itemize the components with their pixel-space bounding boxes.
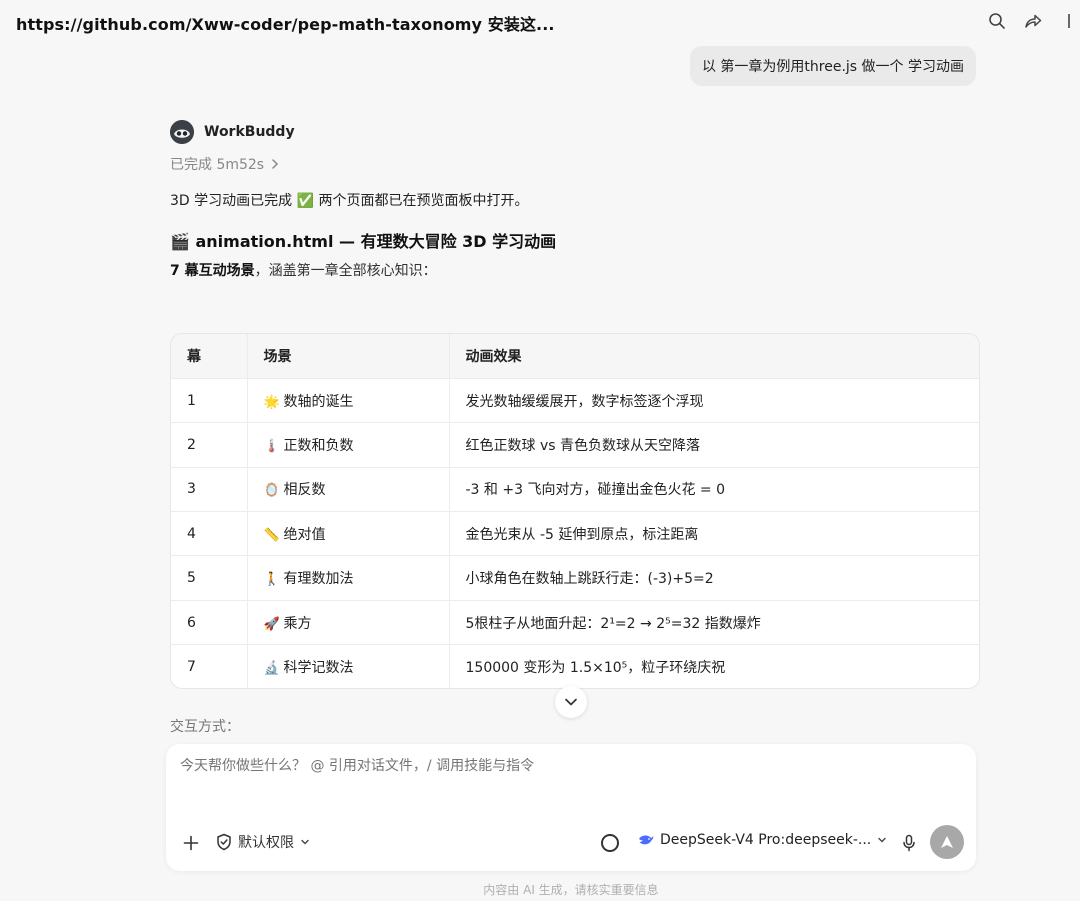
cell-effect: 金色光束从 -5 延伸到原点，标注距离	[449, 511, 979, 557]
cell-scene-label: 相反数	[283, 482, 326, 499]
toolbar-actions	[986, 10, 1080, 32]
cell-act-number: 3	[171, 467, 248, 513]
reply-summary: 7 幕互动场景，涵盖第一章全部核心知识：	[170, 260, 980, 282]
plus-icon	[183, 835, 199, 851]
cell-scene-label: 绝对值	[283, 526, 326, 543]
circle-status-icon[interactable]	[601, 834, 619, 852]
avatar	[170, 120, 194, 144]
model-label: DeepSeek-V4 Pro:deepseek-...	[660, 832, 872, 848]
cell-scene: 🪞 相反数	[247, 467, 450, 513]
user-message-bubble: 以 第一章为例用three.js 做一个 学习动画	[689, 46, 976, 86]
cell-act-number: 1	[171, 378, 248, 424]
table-header-row: 幕 场景 动画效果	[171, 334, 979, 379]
completion-status[interactable]: 已完成 5m52s	[170, 152, 980, 176]
table-row: 1 🌟 数轴的诞生 发光数轴缓缓展开，数字标签逐个浮现	[171, 378, 979, 424]
table-row: 5 🚶 有理数加法 小球角色在数轴上跳跃行走：(-3)+5=2	[171, 555, 979, 601]
cell-scene: 🔬 科学记数法	[247, 644, 450, 688]
cell-act-number: 2	[171, 422, 248, 468]
chevron-down-icon	[878, 837, 886, 843]
cell-scene: 🌟 数轴的诞生	[247, 378, 450, 424]
cell-effect: 150000 变形为 1.5×10⁵，粒子环绕庆祝	[465, 660, 726, 677]
cell-scene-label: 乘方	[283, 615, 312, 632]
column-header-effect: 动画效果	[449, 334, 979, 379]
microscope-icon: 🔬	[263, 661, 280, 677]
scroll-down-button[interactable]	[555, 686, 587, 718]
cell-scene-label: 数轴的诞生	[283, 393, 354, 410]
agent-header: WorkBuddy	[170, 116, 980, 148]
shield-check-icon	[217, 833, 231, 851]
ai-disclaimer: 内容由 AI 生成，请核实重要信息	[483, 883, 659, 897]
chevron-right-icon	[272, 159, 279, 169]
model-selector[interactable]: DeepSeek-V4 Pro:deepseek-...	[638, 832, 887, 848]
cell-act-number: 5	[171, 555, 248, 601]
cell-scene: 📏 绝对值	[247, 511, 450, 557]
whale-icon	[639, 835, 654, 845]
thermometer-icon: 🌡️	[263, 438, 280, 454]
composer-toolbar: 默认权限 DeepSeek-V4 Pro:deepseek-...	[166, 824, 976, 864]
table-row: 4 📏 绝对值 金色光束从 -5 延伸到原点，标注距离	[171, 511, 979, 557]
table-row: 2 🌡️ 正数和负数 红色正数球 vs 青色负数球从天空降落	[171, 422, 979, 468]
reply-summary-rest: ，涵盖第一章全部核心知识：	[254, 263, 437, 279]
next-section-label: 交互方式：	[170, 719, 240, 735]
permission-selector[interactable]: 默认权限	[216, 832, 310, 852]
search-icon[interactable]	[986, 10, 1008, 32]
cell-effect: 红色正数球 vs 青色负数球从天空降落	[449, 422, 979, 468]
table-row: 6 🚀 乘方 5根柱子从地面升起：2¹=2 → 2⁵=32 指数爆炸	[171, 600, 979, 646]
mirror-icon: 🪞	[263, 483, 280, 499]
completion-status-text: 已完成 5m52s	[170, 157, 265, 173]
table-row: 7 🔬 科学记数法 150000 变形为 1.5×10⁵，粒子环绕庆祝	[171, 644, 979, 688]
permission-label: 默认权限	[238, 835, 294, 851]
column-header-scene: 场景	[247, 334, 450, 379]
cell-act-number: 7	[171, 644, 248, 688]
cell-scene: 🌡️ 正数和负数	[247, 422, 450, 468]
top-bar: https://github.com/Xww-coder/pep-math-ta…	[0, 0, 1080, 46]
cell-effect: 5根柱子从地面升起：2¹=2 → 2⁵=32 指数爆炸	[449, 600, 979, 646]
assistant-message: WorkBuddy 已完成 5m52s 3D 学习动画已完成 ✅ 两个页面都已在…	[170, 116, 980, 282]
share-icon[interactable]	[1022, 10, 1044, 32]
star-icon: 🌟	[263, 394, 280, 410]
column-header-act: 幕	[171, 334, 248, 379]
cell-act-number: 6	[171, 600, 248, 646]
cell-scene-label: 有理数加法	[283, 571, 354, 588]
chevron-down-icon	[301, 839, 309, 845]
more-icon[interactable]	[1058, 10, 1080, 32]
reply-intro: 3D 学习动画已完成 ✅ 两个页面都已在预览面板中打开。	[170, 193, 529, 209]
send-arrow-icon	[941, 836, 953, 848]
cell-scene-label: 科学记数法	[283, 660, 354, 677]
microphone-icon	[903, 834, 915, 852]
ruler-icon: 📏	[263, 527, 280, 543]
cell-effect: -3 和 +3 飞向对方，碰撞出金色火花 = 0	[449, 467, 979, 513]
cell-scene: 🚶 有理数加法	[247, 555, 450, 601]
table-row: 3 🪞 相反数 -3 和 +3 飞向对方，碰撞出金色火花 = 0	[171, 467, 979, 513]
add-attachment-button[interactable]	[180, 832, 202, 854]
user-message-text: 以 第一章为例用three.js 做一个 学习动画	[701, 59, 964, 75]
cell-scene-label: 正数和负数	[283, 437, 354, 454]
chevron-down-icon	[565, 698, 577, 706]
cell-effect: 发光数轴缓缓展开，数字标签逐个浮现	[449, 378, 979, 424]
message-input[interactable]	[180, 758, 940, 774]
cell-effect: 小球角色在数轴上跳跃行走：(-3)+5=2	[449, 555, 979, 601]
app-window: https://github.com/Xww-coder/pep-math-ta…	[0, 0, 1080, 901]
microphone-button[interactable]	[898, 832, 920, 854]
scene-table: 幕 场景 动画效果 1 🌟 数轴的诞生 发光数轴缓缓展开，数字标签逐个浮现 2 🌡…	[170, 333, 980, 689]
message-composer: 默认权限 DeepSeek-V4 Pro:deepseek-...	[166, 744, 976, 871]
rocket-icon: 🚀	[263, 616, 280, 632]
reply-heading: 🎬 animation.html — 有理数大冒险 3D 学习动画	[170, 232, 557, 251]
cell-act-number: 4	[171, 511, 248, 557]
walking-person-icon: 🚶	[263, 572, 280, 588]
window-title: https://github.com/Xww-coder/pep-math-ta…	[16, 15, 555, 34]
agent-name: WorkBuddy	[204, 124, 295, 140]
cell-scene: 🚀 乘方	[247, 600, 450, 646]
send-button[interactable]	[930, 825, 964, 859]
reply-summary-bold: 7 幕互动场景	[170, 263, 255, 279]
